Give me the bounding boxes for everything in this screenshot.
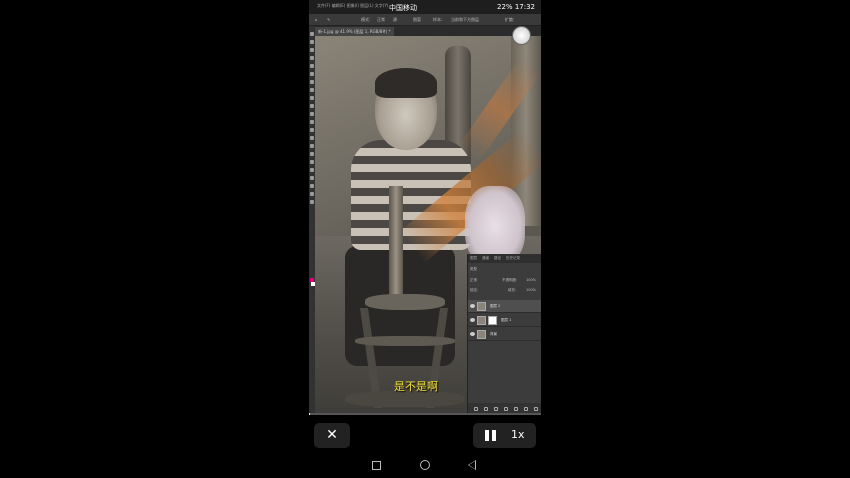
photo-stool-seat <box>365 294 445 310</box>
document-tab[interactable]: 新-1.jpg @ 41.9% (图层 1, RGB/8#) * <box>315 27 394 36</box>
options-bar: ⌂ ✎ 模式: 正常 源 图案 样本: 当前和下方图层 扩散: <box>309 14 541 26</box>
pattern-option[interactable]: 图案 <box>413 17 421 23</box>
playback-controls: 1x <box>473 423 536 448</box>
delete-layer-icon[interactable] <box>534 407 538 411</box>
mode-label: 模式: <box>361 17 371 22</box>
close-icon: ✕ <box>326 427 338 443</box>
eye-icon[interactable] <box>470 318 475 322</box>
source-option[interactable]: 源 <box>393 17 397 23</box>
photo-stool-ring <box>355 336 455 346</box>
new-group-icon[interactable] <box>514 407 518 411</box>
status-bar: 文件(F) 编辑(E) 图像(I) 图层(L) 文字(Y) 中国移动 22% 1… <box>309 0 541 14</box>
layer-name: 图层 2 <box>490 304 501 308</box>
tab-channels[interactable]: 通道 <box>482 256 489 261</box>
crop-tool-icon[interactable] <box>310 64 314 68</box>
blur-tool-icon[interactable] <box>310 136 314 140</box>
eraser-tool-icon[interactable] <box>310 120 314 124</box>
shape-tool-icon[interactable] <box>310 176 314 180</box>
frame-tool-icon[interactable] <box>310 72 314 76</box>
photo-rocking-horse-pole <box>389 186 403 296</box>
layer-row[interactable]: 背景 <box>468 328 541 341</box>
tab-layers[interactable]: 图层 <box>470 256 477 261</box>
fill-label: 填充: <box>508 288 517 292</box>
marquee-tool-icon[interactable] <box>310 40 314 44</box>
add-mask-icon[interactable] <box>494 407 498 411</box>
layer-name: 背景 <box>490 332 497 336</box>
layer-filter-dropdown[interactable]: 类型 <box>470 267 477 272</box>
lock-label: 锁定: <box>470 288 479 292</box>
phone-screen: 文件(F) 编辑(E) 图像(I) 图层(L) 文字(Y) 中国移动 22% 1… <box>309 0 541 415</box>
status-right: 22% 17:32 <box>497 3 535 11</box>
back-triangle-icon[interactable] <box>468 460 476 470</box>
more-tools-icon[interactable] <box>310 200 314 204</box>
zoom-tool-icon[interactable] <box>310 192 314 196</box>
playback-speed-button[interactable]: 1x <box>511 428 525 441</box>
path-select-tool-icon[interactable] <box>310 168 314 172</box>
layer-thumbnail <box>477 316 486 325</box>
video-progress-bar[interactable] <box>309 413 541 415</box>
layer-thumbnail <box>477 330 486 339</box>
move-tool-icon[interactable] <box>310 32 314 36</box>
fill-value[interactable]: 100% <box>526 288 536 292</box>
layer-style-icon[interactable] <box>484 407 488 411</box>
type-tool-icon[interactable] <box>310 160 314 164</box>
photo-child-hair <box>375 68 437 98</box>
lasso-tool-icon[interactable] <box>310 48 314 52</box>
brush-tool-icon[interactable] <box>310 96 314 100</box>
sample-dropdown[interactable]: 当前和下方图层 <box>451 17 479 23</box>
home-icon[interactable]: ⌂ <box>315 17 318 22</box>
eye-icon[interactable] <box>470 304 475 308</box>
gradient-tool-icon[interactable] <box>310 128 314 132</box>
home-square-icon[interactable] <box>372 461 381 470</box>
pause-icon[interactable] <box>485 430 496 441</box>
quick-select-tool-icon[interactable] <box>310 56 314 60</box>
tab-history[interactable]: 历史记录 <box>506 256 520 261</box>
video-progress-fill <box>309 413 310 415</box>
carrier-label: 中国移动 <box>389 4 417 12</box>
hand-tool-icon[interactable] <box>310 184 314 188</box>
link-layers-icon[interactable] <box>474 407 478 411</box>
panel-tabs: 图层 通道 路径 历史记录 <box>468 254 541 263</box>
dodge-tool-icon[interactable] <box>310 144 314 148</box>
video-subtitle: 是不是啊 <box>394 380 438 393</box>
layer-thumbnail <box>477 302 486 311</box>
eyedropper-tool-icon[interactable] <box>310 80 314 84</box>
opacity-label: 不透明度: <box>502 278 518 282</box>
new-layer-icon[interactable] <box>524 407 528 411</box>
healing-tool-icon[interactable] <box>310 88 314 92</box>
pen-tool-icon[interactable] <box>310 152 314 156</box>
stamp-tool-icon[interactable] <box>310 104 314 108</box>
layer-name: 图层 1 <box>501 318 512 322</box>
diffusion-label[interactable]: 扩散: <box>505 17 514 23</box>
layer-row[interactable]: 图层 2 <box>468 300 541 313</box>
layers-panel: 图层 通道 路径 历史记录 类型 正常 不透明度: 100% 锁定: 填充: 1… <box>467 254 541 415</box>
clock: 17:32 <box>514 3 535 11</box>
brush-cursor-icon <box>512 26 531 45</box>
close-button[interactable]: ✕ <box>314 423 350 448</box>
opacity-value[interactable]: 100% <box>526 278 536 282</box>
battery-level: 22% <box>497 3 513 11</box>
home-circle-icon[interactable] <box>420 460 430 470</box>
layer-mask-thumbnail[interactable] <box>488 316 497 325</box>
mode-dropdown[interactable]: 正常 <box>377 17 385 23</box>
blend-mode-dropdown[interactable]: 正常 <box>470 278 477 283</box>
photoshop-menu-bar[interactable]: 文件(F) 编辑(E) 图像(I) 图层(L) 文字(Y) <box>317 3 388 9</box>
eye-icon[interactable] <box>470 332 475 336</box>
layer-row[interactable]: 图层 1 <box>468 314 541 327</box>
tab-paths[interactable]: 路径 <box>494 256 501 261</box>
healing-brush-icon[interactable]: ✎ <box>327 17 330 22</box>
history-brush-tool-icon[interactable] <box>310 112 314 116</box>
sample-label: 样本: <box>433 17 443 22</box>
adjustment-layer-icon[interactable] <box>504 407 508 411</box>
